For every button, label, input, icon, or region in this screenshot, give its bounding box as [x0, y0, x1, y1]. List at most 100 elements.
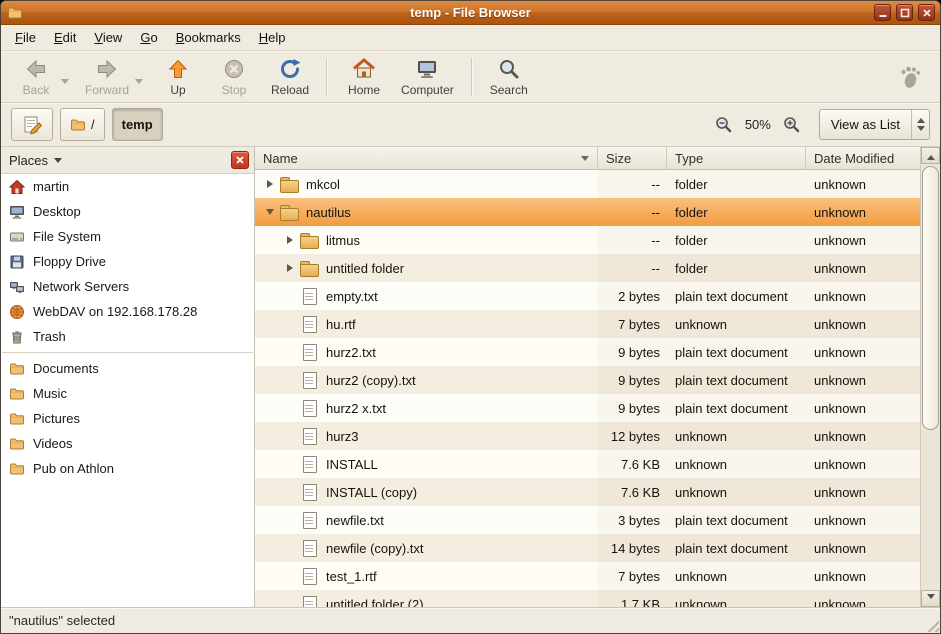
- view-mode-select[interactable]: View as List: [819, 109, 930, 140]
- computer-icon: [415, 57, 439, 81]
- table-row[interactable]: nautilus -- folder unknown: [255, 198, 920, 226]
- back-button[interactable]: Back: [9, 54, 63, 100]
- sidebar-item[interactable]: WebDAV on 192.168.178.28: [1, 299, 254, 324]
- sidebar-item-label: Music: [33, 386, 67, 401]
- gnome-throbber-icon: [896, 64, 922, 90]
- table-row[interactable]: newfile (copy).txt 14 bytes plain text d…: [255, 534, 920, 562]
- sidebar-item-label: WebDAV on 192.168.178.28: [33, 304, 197, 319]
- back-history-caret[interactable]: [61, 79, 69, 88]
- table-row[interactable]: newfile.txt 3 bytes plain text document …: [255, 506, 920, 534]
- file-name: hurz2 (copy).txt: [326, 373, 416, 388]
- scroll-down-icon: [927, 594, 935, 603]
- expander-icon[interactable]: [260, 180, 279, 188]
- file-size: 7.6 KB: [598, 478, 667, 506]
- file-date-modified: unknown: [806, 562, 920, 590]
- scrollbar-track[interactable]: [921, 164, 940, 590]
- sidebar-item[interactable]: Network Servers: [1, 274, 254, 299]
- place-icon: [9, 386, 25, 402]
- table-row[interactable]: hurz3 12 bytes unknown unknown: [255, 422, 920, 450]
- sidebar-item[interactable]: Pub on Athlon: [1, 456, 254, 481]
- menu-item[interactable]: Help: [250, 27, 295, 48]
- table-row[interactable]: litmus -- folder unknown: [255, 226, 920, 254]
- place-icon: [9, 436, 25, 452]
- column-header-size[interactable]: Size: [598, 147, 667, 170]
- file-date-modified: unknown: [806, 422, 920, 450]
- sidebar-item[interactable]: Music: [1, 381, 254, 406]
- file-size: 7 bytes: [598, 562, 667, 590]
- table-row[interactable]: INSTALL 7.6 KB unknown unknown: [255, 450, 920, 478]
- path-current-folder-button[interactable]: temp: [112, 108, 163, 141]
- window-icon: [7, 5, 23, 21]
- table-row[interactable]: mkcol -- folder unknown: [255, 170, 920, 198]
- view-mode-stepper[interactable]: [911, 110, 929, 139]
- expander-icon[interactable]: [280, 236, 299, 244]
- expander-icon[interactable]: [280, 264, 299, 272]
- sidebar-item[interactable]: Desktop: [1, 199, 254, 224]
- menu-item[interactable]: Go: [131, 27, 166, 48]
- expander-icon[interactable]: [260, 209, 279, 215]
- column-header-type[interactable]: Type: [667, 147, 806, 170]
- sidebar-item[interactable]: Pictures: [1, 406, 254, 431]
- file-size: 1.7 KB: [598, 590, 667, 607]
- file-size: 14 bytes: [598, 534, 667, 562]
- menu-item[interactable]: Edit: [45, 27, 85, 48]
- up-button[interactable]: Up: [151, 54, 205, 100]
- file-size: --: [598, 226, 667, 254]
- menu-item[interactable]: File: [6, 27, 45, 48]
- home-icon: [352, 57, 376, 81]
- sidebar-item[interactable]: martin: [1, 174, 254, 199]
- sidebar-item[interactable]: File System: [1, 224, 254, 249]
- scrollbar-thumb[interactable]: [922, 166, 939, 430]
- sidebar-item[interactable]: Trash: [1, 324, 254, 349]
- back-icon: [24, 57, 48, 81]
- home-button[interactable]: Home: [337, 54, 391, 100]
- table-row[interactable]: INSTALL (copy) 7.6 KB unknown unknown: [255, 478, 920, 506]
- table-row[interactable]: empty.txt 2 bytes plain text document un…: [255, 282, 920, 310]
- table-row[interactable]: hu.rtf 7 bytes unknown unknown: [255, 310, 920, 338]
- menu-item[interactable]: View: [85, 27, 131, 48]
- scroll-up-button[interactable]: [921, 147, 940, 164]
- path-root-button[interactable]: /: [60, 108, 105, 141]
- file-date-modified: unknown: [806, 394, 920, 422]
- place-icon: [9, 254, 25, 270]
- zoom-out-button[interactable]: [712, 113, 736, 137]
- file-size: 12 bytes: [598, 422, 667, 450]
- resize-grip[interactable]: [924, 617, 939, 632]
- sidebar-mode-caret-icon[interactable]: [54, 158, 62, 167]
- file-type: plain text document: [667, 366, 806, 394]
- vertical-scrollbar[interactable]: [920, 147, 940, 607]
- toggle-location-entry-button[interactable]: [11, 108, 53, 141]
- stop-button[interactable]: Stop: [207, 54, 261, 100]
- table-row[interactable]: test_1.rtf 7 bytes unknown unknown: [255, 562, 920, 590]
- sidebar-item[interactable]: Videos: [1, 431, 254, 456]
- titlebar[interactable]: temp - File Browser: [1, 1, 940, 25]
- column-header-date-modified[interactable]: Date Modified: [806, 147, 920, 170]
- column-header-name[interactable]: Name: [255, 147, 598, 170]
- place-icon: [9, 461, 25, 477]
- table-row[interactable]: untitled folder (2) 1.7 KB unknown unkno…: [255, 590, 920, 607]
- search-button[interactable]: Search: [482, 54, 536, 100]
- close-button[interactable]: [918, 4, 935, 21]
- computer-button[interactable]: Computer: [393, 54, 462, 100]
- zoom-in-button[interactable]: [780, 113, 804, 137]
- scroll-down-button[interactable]: [921, 590, 940, 607]
- table-row[interactable]: hurz2 (copy).txt 9 bytes plain text docu…: [255, 366, 920, 394]
- zoom-in-icon: [782, 115, 801, 134]
- table-row[interactable]: untitled folder -- folder unknown: [255, 254, 920, 282]
- file-name: INSTALL (copy): [326, 485, 417, 500]
- sidebar-item[interactable]: Floppy Drive: [1, 249, 254, 274]
- minimize-button[interactable]: [874, 4, 891, 21]
- table-row[interactable]: hurz2 x.txt 9 bytes plain text document …: [255, 394, 920, 422]
- file-date-modified: unknown: [806, 310, 920, 338]
- maximize-button[interactable]: [896, 4, 913, 21]
- table-row[interactable]: hurz2.txt 9 bytes plain text document un…: [255, 338, 920, 366]
- menu-item[interactable]: Bookmarks: [167, 27, 250, 48]
- sidebar-item[interactable]: Documents: [1, 356, 254, 381]
- forward-history-caret[interactable]: [135, 79, 143, 88]
- file-date-modified: unknown: [806, 506, 920, 534]
- sidebar-close-button[interactable]: [231, 151, 249, 169]
- forward-icon: [95, 57, 119, 81]
- toolbar-separator: [471, 58, 473, 96]
- forward-button[interactable]: Forward: [77, 54, 137, 100]
- reload-button[interactable]: Reload: [263, 54, 317, 100]
